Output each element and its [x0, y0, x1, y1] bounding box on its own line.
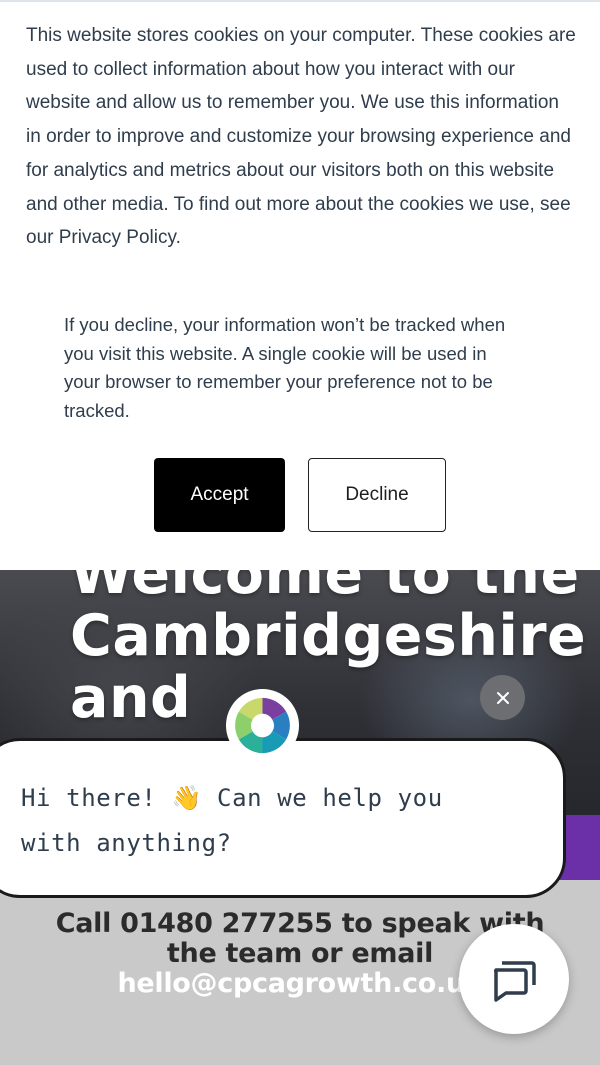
cookie-message: This website stores cookies on your comp…	[26, 25, 576, 249]
chat-icon	[493, 961, 536, 1002]
close-icon	[496, 691, 509, 704]
decline-button[interactable]: Decline	[308, 458, 446, 532]
contact-email-link[interactable]: hello@cpcagrowth.co.uk	[117, 968, 482, 999]
accept-button[interactable]: Accept	[154, 458, 285, 532]
chat-launcher-button[interactable]	[459, 924, 569, 1034]
chat-greeting-text: Hi there! 👋 Can we help you with anythin…	[21, 784, 443, 857]
chat-avatar-logo	[225, 688, 300, 763]
cookie-banner: This website stores cookies on your comp…	[0, 0, 600, 570]
cookie-decline-info: If you decline, your information won’t b…	[64, 314, 506, 421]
chat-close-button[interactable]	[480, 675, 525, 720]
